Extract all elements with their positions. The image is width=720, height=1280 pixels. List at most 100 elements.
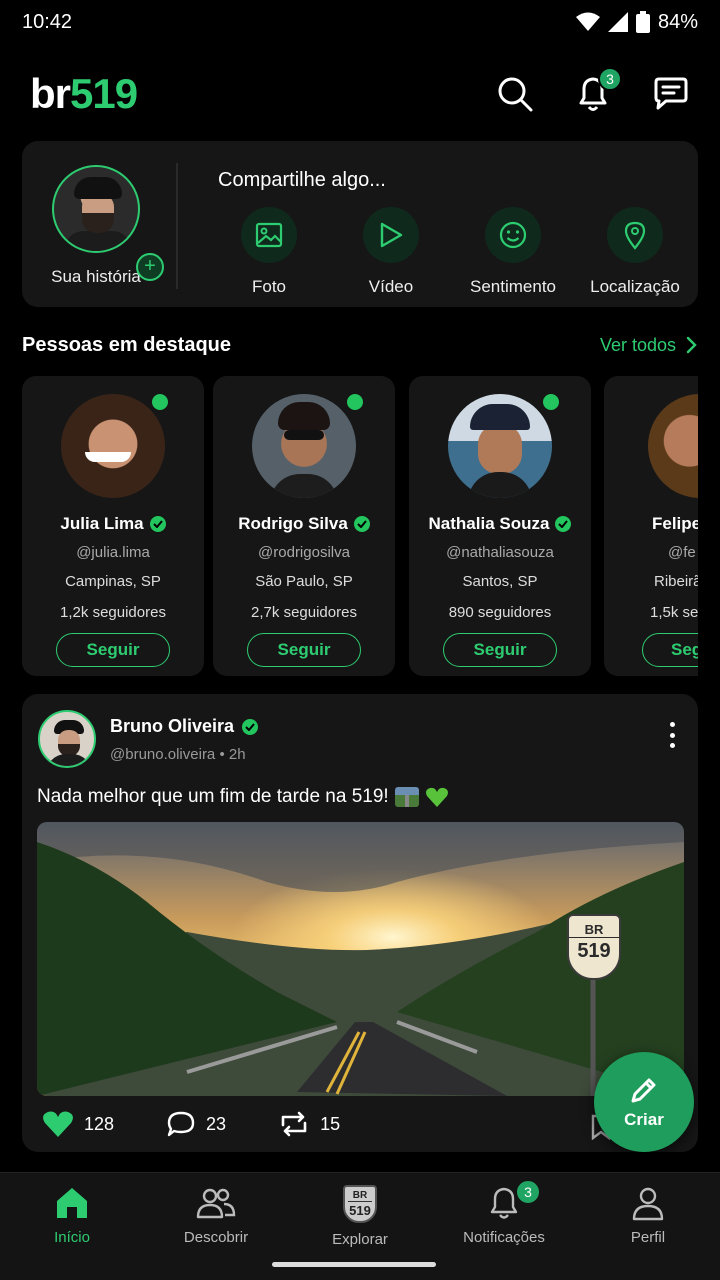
nav-profile-label: Perfil <box>630 1229 666 1246</box>
battery-icon <box>635 11 650 33</box>
post-author-row[interactable]: Bruno Oliveira <box>110 716 259 737</box>
person-avatar <box>252 394 356 498</box>
explore-icon-number: 519 <box>349 1203 371 1218</box>
follow-button[interactable]: Seguir <box>56 633 170 667</box>
chat-icon <box>654 77 688 110</box>
comment-icon <box>167 1111 195 1137</box>
search-icon <box>498 77 533 112</box>
battery-level: 84% <box>657 10 698 33</box>
explore-icon-top: BR <box>348 1191 372 1202</box>
nav-discover[interactable]: Descobrir <box>144 1173 288 1280</box>
person-name: Rodrigo Silva <box>238 514 348 533</box>
person-card[interactable]: Nathalia Souza @nathaliasouza Santos, SP… <box>409 376 591 676</box>
nav-notifications[interactable]: 3 Notificações <box>432 1173 576 1280</box>
add-story-icon[interactable]: + <box>136 253 164 281</box>
nav-discover-label: Descobrir <box>183 1229 249 1246</box>
share-feeling-label: Sentimento <box>470 277 556 296</box>
story-label: Sua história <box>51 267 141 286</box>
wifi-icon <box>575 12 600 31</box>
app-logo[interactable]: br519 <box>30 70 138 118</box>
post-text: Nada melhor que um fim de tarde na 519! <box>37 786 389 807</box>
like-button[interactable]: 128 <box>42 1110 114 1138</box>
notifications-button[interactable]: 3 <box>574 67 622 113</box>
search-button[interactable] <box>496 75 534 113</box>
see-all-label: Ver todos <box>599 334 676 355</box>
nav-home[interactable]: Início <box>0 1173 144 1280</box>
play-icon <box>380 222 403 248</box>
share-card: + Sua história Compartilhe algo... Foto … <box>22 141 698 307</box>
post-image[interactable]: BR 519 <box>37 822 684 1096</box>
nav-home-label: Início <box>54 1229 90 1246</box>
post-more-icon[interactable] <box>668 722 676 748</box>
status-bar: 10:42 84% <box>0 0 720 44</box>
post-text-row: Nada melhor que um fim de tarde na 519! <box>37 786 449 808</box>
comment-button[interactable]: 23 <box>166 1110 226 1138</box>
sign-top: BR <box>569 922 619 938</box>
your-story[interactable]: + Sua história <box>50 165 164 287</box>
verified-icon <box>555 516 572 532</box>
person-handle: @julia.lima <box>76 544 150 561</box>
br-519-sign: BR 519 <box>567 914 621 980</box>
home-icon <box>57 1188 87 1218</box>
share-photo-button[interactable]: Foto <box>208 207 330 297</box>
person-name-row: Nathalia Souza <box>409 514 591 534</box>
share-video-button[interactable]: Vídeo <box>330 207 452 297</box>
featured-title: Pessoas em destaque <box>22 333 231 356</box>
person-handle: @rodrigosilva <box>258 544 350 561</box>
sign-number: 519 <box>577 940 611 962</box>
see-all-link[interactable]: Ver todos <box>600 335 698 356</box>
repost-button[interactable]: 15 <box>278 1111 340 1137</box>
person-card[interactable]: Rodrigo Silva @rodrigosilva São Paulo, S… <box>213 376 395 676</box>
profile-icon <box>632 1187 664 1221</box>
person-avatar <box>448 394 552 498</box>
post-meta: @bruno.oliveira • 2h <box>110 746 246 763</box>
person-followers: 1,2k seguidores <box>60 604 166 621</box>
app-header: br519 3 <box>0 64 720 124</box>
follow-button[interactable]: Seg <box>642 633 698 667</box>
follow-button[interactable]: Seguir <box>247 633 361 667</box>
repost-count: 15 <box>320 1113 341 1134</box>
follow-button[interactable]: Seguir <box>443 633 557 667</box>
share-location-button[interactable]: Localização <box>574 207 696 297</box>
home-indicator[interactable] <box>272 1262 436 1267</box>
verified-icon <box>149 516 166 532</box>
share-prompt[interactable]: Compartilhe algo... <box>218 169 386 192</box>
online-indicator <box>543 394 559 410</box>
person-name-row: Rodrigo Silva <box>213 514 395 534</box>
post-author-avatar[interactable] <box>38 710 96 768</box>
person-location: Ribeirã <box>654 573 698 590</box>
share-photo-label: Foto <box>251 277 287 296</box>
logo-prefix: br <box>30 70 71 117</box>
person-location: Campinas, SP <box>65 573 161 590</box>
person-avatar <box>648 394 698 498</box>
comment-count: 23 <box>206 1113 227 1134</box>
post-author-handle: @bruno.oliveira <box>110 746 216 763</box>
person-location: São Paulo, SP <box>255 573 353 590</box>
person-followers: 2,7k seguidores <box>251 604 357 621</box>
smile-icon <box>499 221 527 249</box>
person-name-row: Felipe <box>604 514 698 534</box>
create-post-button[interactable]: Criar <box>594 1052 694 1152</box>
online-indicator <box>152 394 168 410</box>
person-followers: 890 seguidores <box>448 604 552 621</box>
person-handle: @nathaliasouza <box>446 544 554 561</box>
person-location: Santos, SP <box>462 573 538 590</box>
br-shield-icon: BR 519 <box>343 1185 377 1223</box>
person-card[interactable]: Julia Lima @julia.lima Campinas, SP 1,2k… <box>22 376 204 676</box>
create-label: Criar <box>624 1110 664 1129</box>
nav-explore-label: Explorar <box>332 1231 388 1248</box>
person-name: Julia Lima <box>60 514 144 533</box>
person-card[interactable]: Felipe @fe Ribeirã 1,5k se Seg <box>604 376 698 676</box>
post-author-name: Bruno Oliveira <box>110 716 235 736</box>
heart-icon <box>43 1111 73 1137</box>
share-feeling-button[interactable]: Sentimento <box>452 207 574 297</box>
image-icon <box>255 222 283 248</box>
nav-profile[interactable]: Perfil <box>576 1173 720 1280</box>
featured-people-carousel[interactable]: Julia Lima @julia.lima Campinas, SP 1,2k… <box>22 376 698 676</box>
green-heart-emoji-icon <box>425 787 448 807</box>
messages-button[interactable] <box>652 75 690 113</box>
featured-header: Pessoas em destaque Ver todos <box>22 330 698 360</box>
person-handle: @fe <box>668 544 696 561</box>
logo-number: 519 <box>70 70 138 117</box>
repost-icon <box>281 1111 307 1137</box>
